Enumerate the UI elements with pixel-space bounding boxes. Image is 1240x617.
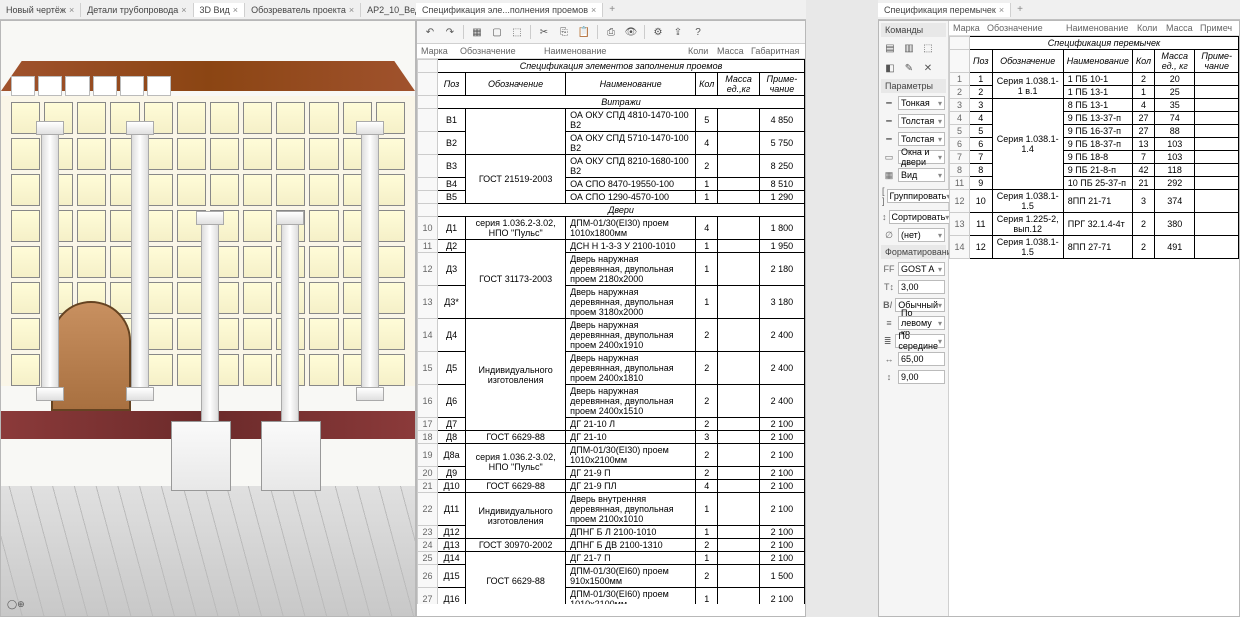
cmd-insert-col-icon[interactable]: ▥: [900, 39, 918, 57]
model-viewport[interactable]: ◯⊕: [1, 21, 415, 616]
commands-panel: Команды ▤ ▥ ⬚ ◧ ✎ ✕ Параметры ━Тонкая ━Т…: [879, 21, 949, 616]
category-select[interactable]: Окна и двери: [898, 150, 945, 164]
group-select[interactable]: Группировать: [887, 189, 954, 203]
close-icon[interactable]: ×: [69, 5, 74, 15]
spec2-scroll[interactable]: Спецификация перемычекПозОбозначениеНаим…: [949, 36, 1239, 581]
spec-lintels-pane: Команды ▤ ▥ ⬚ ◧ ✎ ✕ Параметры ━Тонкая ━Т…: [878, 20, 1240, 617]
cmd-merge-icon[interactable]: ⬚: [919, 39, 937, 57]
tab-project-browser[interactable]: Обозреватель проекта×: [245, 3, 361, 17]
group-icon: [ ]: [882, 186, 885, 206]
tab-spec-openings[interactable]: Спецификация эле...полнения проемов×: [416, 3, 603, 17]
paste-icon[interactable]: 📋: [575, 23, 593, 41]
line-thick-select[interactable]: Толстая: [898, 114, 945, 128]
line-style-icon: ━: [882, 134, 896, 145]
line-style-icon: ━: [882, 98, 896, 109]
view-select[interactable]: Вид: [898, 168, 945, 182]
tab-3d-view[interactable]: 3D Вид×: [194, 3, 246, 17]
spec-toolbar: ↶ ↷ ▦ ▢ ⬚ ✂ ⎘ 📋 ⎙ 👁 ⚙ ⇪ ?: [417, 21, 805, 44]
height-icon: ↕: [882, 372, 896, 382]
section-params: Параметры: [881, 79, 946, 93]
tab-strip-right: Спецификация перемычек× +: [878, 0, 1240, 20]
height-input[interactable]: [898, 370, 945, 384]
none-select[interactable]: (нет): [898, 228, 945, 242]
align-left-icon: ≡: [882, 318, 896, 328]
category-icon: ▭: [882, 152, 896, 163]
size-icon: T↕: [882, 282, 896, 292]
cmd-insert-row-icon[interactable]: ▤: [881, 39, 899, 57]
spec-openings-table: Спецификация элементов заполнения проемо…: [417, 59, 805, 604]
close-icon[interactable]: ×: [181, 5, 186, 15]
close-icon[interactable]: ×: [233, 5, 238, 15]
preview-icon[interactable]: 👁: [622, 23, 640, 41]
tab-strip-left: Новый чертёж× Детали трубопровода× 3D Ви…: [0, 0, 416, 20]
print-icon[interactable]: ⎙: [602, 23, 620, 41]
view-icon: ▦: [882, 170, 896, 181]
spec-openings-pane: ↶ ↷ ▦ ▢ ⬚ ✂ ⎘ 📋 ⎙ 👁 ⚙ ⇪ ? Марка Обозначе…: [416, 20, 806, 617]
font-icon: FF: [882, 264, 896, 274]
line-style-icon: ━: [882, 116, 896, 127]
close-icon[interactable]: ×: [999, 5, 1004, 15]
merge-icon[interactable]: ⬚: [508, 23, 526, 41]
viewport-pane: ◯⊕: [0, 20, 416, 617]
tab-new-drawing[interactable]: Новый чертёж×: [0, 3, 81, 17]
help-icon[interactable]: ?: [689, 23, 707, 41]
export-icon[interactable]: ⇪: [669, 23, 687, 41]
font-select[interactable]: GOST A: [898, 262, 945, 276]
ucs-indicator: ◯⊕: [7, 599, 25, 610]
tab-strip-mid: Спецификация эле...полнения проемов× +: [416, 0, 806, 20]
cmd-pencil-icon[interactable]: ✎: [900, 59, 918, 77]
new-tab-button[interactable]: +: [1011, 2, 1029, 17]
close-icon[interactable]: ×: [591, 5, 596, 15]
spec-lintels-table: Спецификация перемычекПозОбозначениеНаим…: [949, 36, 1239, 259]
line-thick2-select[interactable]: Толстая: [898, 132, 945, 146]
width-icon: ↔: [882, 354, 896, 364]
cmd-clear-icon[interactable]: ✕: [919, 59, 937, 77]
style-icon: BI: [882, 300, 893, 310]
tab-pipe-details[interactable]: Детали трубопровода×: [81, 3, 193, 17]
copy-icon[interactable]: ⎘: [555, 23, 573, 41]
valign-select[interactable]: По середине: [895, 334, 945, 348]
line-thin-select[interactable]: Тонкая: [898, 96, 945, 110]
section-format: Форматирование: [881, 245, 946, 259]
close-icon[interactable]: ×: [349, 5, 354, 15]
halign-select[interactable]: По левому кр: [898, 316, 945, 330]
sort-select[interactable]: Сортировать: [889, 210, 953, 224]
options-icon[interactable]: ⚙: [649, 23, 667, 41]
font-size-input[interactable]: [898, 280, 945, 294]
column-headers: Марка Обозначение Наименование Коли Масс…: [417, 44, 805, 59]
grid-icon[interactable]: ▦: [468, 23, 486, 41]
spec-scroll[interactable]: Спецификация элементов заполнения проемо…: [417, 59, 805, 604]
none-icon: ∅: [882, 230, 896, 241]
width-input[interactable]: [898, 352, 945, 366]
section-commands: Команды: [881, 23, 946, 37]
column-headers-right: Марка Обозначение Наименование Коли Масс…: [949, 21, 1239, 36]
redo-icon[interactable]: ↷: [441, 23, 459, 41]
new-tab-button[interactable]: +: [603, 2, 621, 17]
cell-icon[interactable]: ▢: [488, 23, 506, 41]
cut-icon[interactable]: ✂: [535, 23, 553, 41]
cmd-highlight-icon[interactable]: ◧: [881, 59, 899, 77]
undo-icon[interactable]: ↶: [421, 23, 439, 41]
sort-icon: ↕: [882, 212, 887, 222]
align-mid-icon: ≣: [882, 336, 893, 347]
tab-spec-lintels[interactable]: Спецификация перемычек×: [878, 3, 1011, 17]
